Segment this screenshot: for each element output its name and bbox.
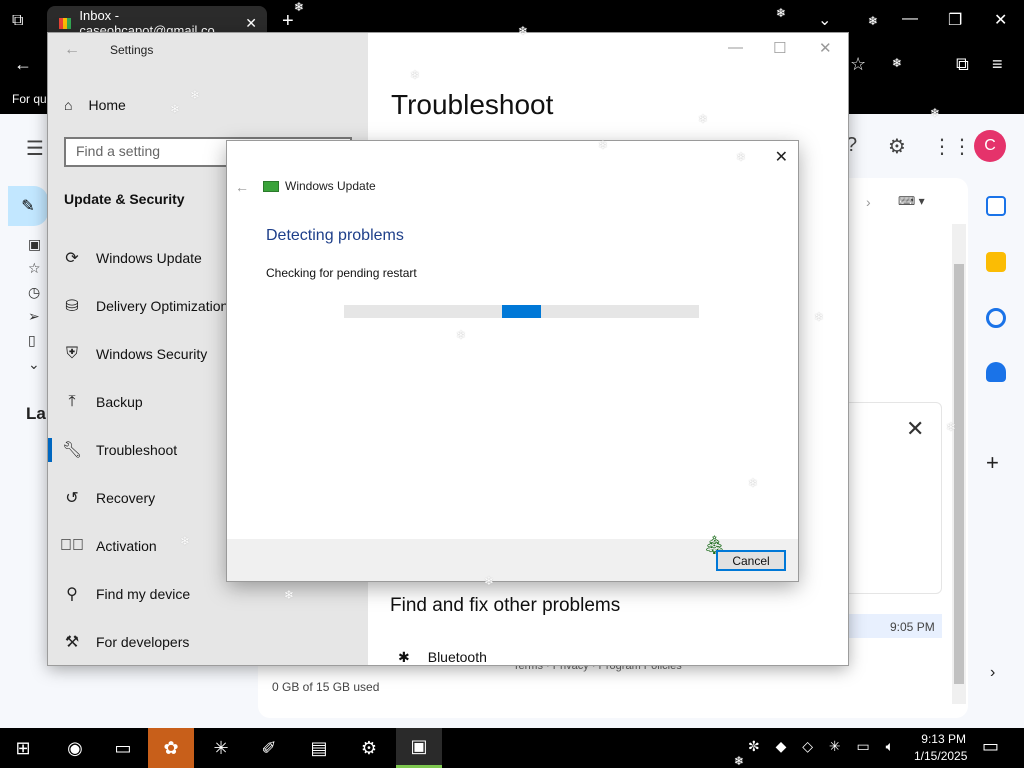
nav-item-for-developers[interactable]: ⚒ For developers [48,622,368,662]
settings-window-title: Settings [110,43,154,57]
gmail-favicon-icon [59,17,72,29]
calendar-icon[interactable] [986,196,1006,216]
settings-gear-icon[interactable]: ⚙ [346,728,392,768]
progress-bar [344,305,699,318]
nav-home-label: Home [88,97,126,113]
page-title: Troubleshoot [391,89,554,120]
avatar[interactable]: C [974,130,1006,162]
extensions-icon[interactable]: ⧉ [956,54,969,75]
notification-icon[interactable]: ▭ [982,736,999,757]
bluetooth-icon: ✱ [398,649,410,665]
recovery-icon: ↺ [65,490,79,507]
drafts-icon[interactable]: ▯ [28,332,36,349]
storage-usage: 0 GB of 15 GB used [272,680,380,694]
nav-item-label: Find my device [96,586,191,602]
nav-item-label: Backup [96,394,143,410]
new-tab-button[interactable]: + [282,10,294,33]
input-tools-icon[interactable]: ⌨ ▾ [898,194,925,208]
gear-icon[interactable]: ⚙ [888,134,906,159]
popup-close-icon[interactable]: ✕ [906,416,924,442]
system-tray-icons[interactable]: ✼ ◆ ◇ ✳ ▭ 🔈︎ [748,738,900,755]
snowflake-app-icon[interactable]: ✳ [198,728,244,768]
next-page-chevron-icon[interactable]: › [866,194,871,210]
mail-time: 9:05 PM [890,620,935,634]
expand-panel-chevron-icon[interactable]: › [990,664,995,682]
nav-item-label: Windows Update [96,250,202,266]
nav-item-label: Activation [96,538,157,554]
tasks-icon[interactable] [986,308,1006,328]
troubleshooter-dialog: ✕ ← Windows Update Detecting problems Ch… [227,141,798,581]
back-arrow-icon[interactable]: ← [64,41,80,59]
nav-item-label: Delivery Optimization [96,298,229,314]
main-menu-icon[interactable]: ☰ [26,136,44,161]
inbox-icon[interactable]: ▣ [28,236,41,253]
browser-menu-icon[interactable]: ≡ [992,54,1003,75]
add-addon-icon[interactable]: + [986,450,999,476]
windows-update-icon [263,180,279,192]
status-text: Checking for pending restart [266,266,417,280]
starred-icon[interactable]: ☆ [28,260,41,277]
more-chevron-icon[interactable]: ⌄ [28,356,40,373]
backup-arrow-icon: ⤒ [68,393,76,410]
bluetooth-item[interactable]: ✱ Bluetooth [398,649,487,666]
progress-indicator [502,305,541,318]
person-pin-icon: ⚲ [66,586,78,603]
nav-item-label: Troubleshoot [96,442,178,458]
tab-list-dropdown-icon[interactable]: ⌄ [818,10,831,30]
developer-tools-icon: ⚒ [64,634,80,651]
delivery-icon: ⛁ [65,298,79,315]
nav-item-label: For developers [96,634,190,650]
nav-item-label: Windows Security [96,346,208,362]
settings-minimize-icon[interactable]: — [728,39,743,56]
tab-close-icon[interactable]: ✕ [245,15,257,32]
windows-update-taskbar-icon[interactable]: ▣ [396,728,442,768]
close-icon[interactable]: ✕ [994,10,1007,30]
settings-maximize-icon[interactable]: ☐ [773,39,786,57]
nav-home[interactable]: ⌂ Home [64,97,126,113]
sent-icon[interactable]: ➢ [28,308,40,325]
dialog-back-arrow-icon[interactable]: ← [235,179,249,195]
star-icon[interactable]: ☆ [850,54,866,75]
notepad-app-icon[interactable]: ▤ [296,728,342,768]
paint-app-icon[interactable]: ✐ [246,728,292,768]
refresh-icon: ⟳ [65,250,79,267]
clock-date: 1/15/2025 [914,749,968,763]
dialog-title: Windows Update [263,179,376,193]
section-title: Update & Security [64,191,185,207]
apps-grid-icon[interactable]: ⋮⋮ [932,134,972,159]
home-icon: ⌂ [64,97,73,113]
wrench-icon: 🔧︎ [61,442,83,459]
tab-actions-icon[interactable]: ⧉ [12,12,23,30]
snoozed-icon[interactable]: ◷ [28,284,40,301]
scrollbar-thumb[interactable] [954,264,964,684]
find-and-fix-heading: Find and fix other problems [390,595,621,616]
contacts-icon[interactable] [986,362,1006,382]
taskbar: ⊞ ◉ ▭ ✿ ✳ ✐ ▤ ⚙ ▣ ✼ ◆ ◇ ✳ ▭ 🔈︎ 9:13 PM 1… [0,728,1024,768]
keep-icon[interactable] [986,252,1006,272]
start-windows-icon[interactable]: ⊞ [0,728,46,768]
firefox-icon[interactable]: ◉ [52,728,98,768]
bookmark-item[interactable]: For qui [12,92,49,106]
settings-close-icon[interactable]: ✕ [819,39,832,57]
checkmark-circle-icon: ✓⃝ [60,537,84,554]
bluetooth-label: Bluetooth [427,649,487,665]
minimize-icon[interactable]: — [902,10,918,28]
file-explorer-icon[interactable]: ▭ [100,728,146,768]
compose-pencil-icon[interactable]: ✎ [8,186,48,226]
back-arrow-icon[interactable]: ← [14,54,32,75]
clock[interactable]: 9:13 PM 1/15/2025 [914,731,968,765]
dialog-close-icon[interactable]: ✕ [775,147,788,167]
app-icon[interactable]: ✿ [148,728,194,768]
dialog-title-text: Windows Update [285,179,376,193]
cancel-button[interactable]: Cancel [716,550,786,571]
clock-time: 9:13 PM [921,732,966,746]
nav-item-label: Recovery [96,490,156,506]
maximize-icon[interactable]: ❐ [948,10,962,30]
detecting-heading: Detecting problems [266,227,404,244]
shield-icon: ⛨ [65,345,78,362]
